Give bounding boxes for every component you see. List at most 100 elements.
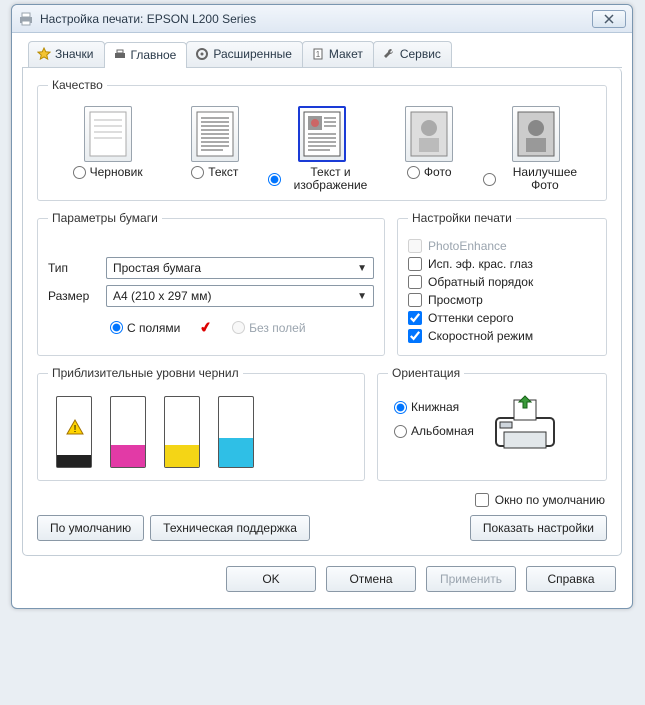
page-text-icon xyxy=(195,110,235,158)
chevron-down-icon: ▼ xyxy=(357,263,367,274)
quality-option-text-image: Текст и изображение xyxy=(268,106,375,192)
chk-grayscale[interactable]: Оттенки серого xyxy=(408,311,596,325)
print-settings-dialog: Настройка печати: EPSON L200 Series Знач… xyxy=(11,4,633,609)
dialog-button-bar: OK Отмена Применить Справка xyxy=(22,556,622,598)
quality-row: Черновик Текст Текст и изображение xyxy=(48,102,596,192)
quality-option-draft: Черновик xyxy=(54,106,161,192)
svg-text:!: ! xyxy=(74,424,77,435)
ink-cartridge-black: ! xyxy=(56,396,92,468)
borders-with-radio[interactable]: С полями xyxy=(110,321,180,335)
photo-gray-icon xyxy=(409,110,449,158)
show-settings-button[interactable]: Показать настройки xyxy=(470,515,607,541)
cancel-button[interactable]: Отмена xyxy=(326,566,416,592)
tab-icons[interactable]: Значки xyxy=(28,41,105,67)
window-title: Настройка печати: EPSON L200 Series xyxy=(40,12,592,26)
page-draft-icon xyxy=(88,110,128,158)
printer-tab-icon xyxy=(113,48,127,62)
gear-icon xyxy=(195,47,209,61)
paper-type-combo[interactable]: Простая бумага ▼ xyxy=(106,257,374,279)
tab-label: Сервис xyxy=(400,47,441,61)
photo-icon xyxy=(516,110,556,158)
quality-group: Качество Черновик Текст xyxy=(37,78,607,201)
paper-type-label: Тип xyxy=(48,261,106,275)
layout-icon: 1 xyxy=(311,47,325,61)
quality-radio-best-photo[interactable]: Наилучшее Фото xyxy=(483,166,590,192)
default-window-row: Окно по умолчанию xyxy=(39,493,605,507)
ink-cartridge-magenta xyxy=(110,396,146,468)
apply-button: Применить xyxy=(426,566,516,592)
quality-thumb-best-photo[interactable] xyxy=(512,106,560,162)
page-text-image-icon xyxy=(302,110,342,158)
warning-icon: ! xyxy=(66,419,84,435)
chk-default-window[interactable]: Окно по умолчанию xyxy=(475,493,605,507)
borders-without-radio: Без полей xyxy=(232,321,305,335)
quality-thumb-text[interactable] xyxy=(191,106,239,162)
tab-service[interactable]: Сервис xyxy=(373,41,452,67)
paper-size-row: Размер A4 (210 x 297 мм) ▼ xyxy=(48,285,374,307)
low-row: Приблизительные уровни чернил ! Ориентац… xyxy=(37,366,607,491)
orientation-group: Ориентация Книжная Альбомная xyxy=(377,366,607,481)
ink-row: ! xyxy=(48,390,354,472)
quality-radio-text[interactable]: Текст xyxy=(191,166,238,179)
print-settings-group: Настройки печати PhotoEnhance Исп. эф. к… xyxy=(397,211,607,356)
quality-radio-text-image[interactable]: Текст и изображение xyxy=(268,166,375,192)
paper-size-combo[interactable]: A4 (210 x 297 мм) ▼ xyxy=(106,285,374,307)
chk-highspeed[interactable]: Скоростной режим xyxy=(408,329,596,343)
tab-panel-main: Качество Черновик Текст xyxy=(22,68,622,556)
ink-group: Приблизительные уровни чернил ! xyxy=(37,366,365,481)
chevron-down-icon: ▼ xyxy=(357,291,367,302)
defaults-button[interactable]: По умолчанию xyxy=(37,515,144,541)
annotation-swoosh: ✔ xyxy=(199,318,214,337)
help-button[interactable]: Справка xyxy=(526,566,616,592)
quality-radio-draft[interactable]: Черновик xyxy=(73,166,143,179)
orientation-portrait-radio[interactable]: Книжная xyxy=(394,400,474,414)
paper-legend: Параметры бумаги xyxy=(48,211,162,225)
quality-thumb-draft[interactable] xyxy=(84,106,132,162)
tab-label: Расширенные xyxy=(213,47,292,61)
quality-option-text: Текст xyxy=(161,106,268,192)
orientation-options: Книжная Альбомная xyxy=(394,394,474,438)
orientation-landscape-radio[interactable]: Альбомная xyxy=(394,424,474,438)
printer-icon xyxy=(18,11,34,27)
paper-size-label: Размер xyxy=(48,289,106,303)
tab-label: Значки xyxy=(55,47,94,61)
tab-strip: Значки Главное Расширенные 1 Макет Серви… xyxy=(22,41,622,68)
dialog-body: Значки Главное Расширенные 1 Макет Серви… xyxy=(12,33,632,608)
chk-reverse[interactable]: Обратный порядок xyxy=(408,275,596,289)
quality-thumb-text-image[interactable] xyxy=(298,106,346,162)
orientation-inner: Книжная Альбомная xyxy=(388,390,596,458)
quality-thumb-photo[interactable] xyxy=(405,106,453,162)
chk-redeye[interactable]: Исп. эф. крас. глаз xyxy=(408,257,596,271)
printer-orientation-icon xyxy=(486,394,564,454)
chk-photoenhance: PhotoEnhance xyxy=(408,239,596,253)
quality-option-photo: Фото xyxy=(376,106,483,192)
ink-cartridge-yellow xyxy=(164,396,200,468)
ink-legend: Приблизительные уровни чернил xyxy=(48,366,243,380)
paper-group: Параметры бумаги Тип Простая бумага ▼ Ра… xyxy=(37,211,385,356)
chk-preview[interactable]: Просмотр xyxy=(408,293,596,307)
ok-button[interactable]: OK xyxy=(226,566,316,592)
quality-legend: Качество xyxy=(48,78,107,92)
ink-cartridge-cyan xyxy=(218,396,254,468)
panel-button-row: По умолчанию Техническая поддержка Показ… xyxy=(37,515,607,541)
titlebar: Настройка печати: EPSON L200 Series xyxy=(12,5,632,33)
star-icon xyxy=(37,47,51,61)
tab-layout[interactable]: 1 Макет xyxy=(302,41,374,67)
mid-row: Параметры бумаги Тип Простая бумага ▼ Ра… xyxy=(37,211,607,366)
wrench-icon xyxy=(382,47,396,61)
paper-size-value: A4 (210 x 297 мм) xyxy=(113,289,212,303)
close-icon xyxy=(604,14,614,24)
tab-label: Макет xyxy=(329,47,363,61)
orientation-legend: Ориентация xyxy=(388,366,464,380)
tech-support-button[interactable]: Техническая поддержка xyxy=(150,515,310,541)
paper-type-row: Тип Простая бумага ▼ xyxy=(48,257,374,279)
print-settings-legend: Настройки печати xyxy=(408,211,516,225)
svg-text:1: 1 xyxy=(316,50,321,59)
tab-advanced[interactable]: Расширенные xyxy=(186,41,303,67)
quality-option-best-photo: Наилучшее Фото xyxy=(483,106,590,192)
tab-main[interactable]: Главное xyxy=(104,42,188,68)
paper-borders-row: С полями ✔ Без полей xyxy=(48,313,374,336)
close-button[interactable] xyxy=(592,10,626,28)
tab-label: Главное xyxy=(131,48,177,62)
quality-radio-photo[interactable]: Фото xyxy=(407,166,452,179)
